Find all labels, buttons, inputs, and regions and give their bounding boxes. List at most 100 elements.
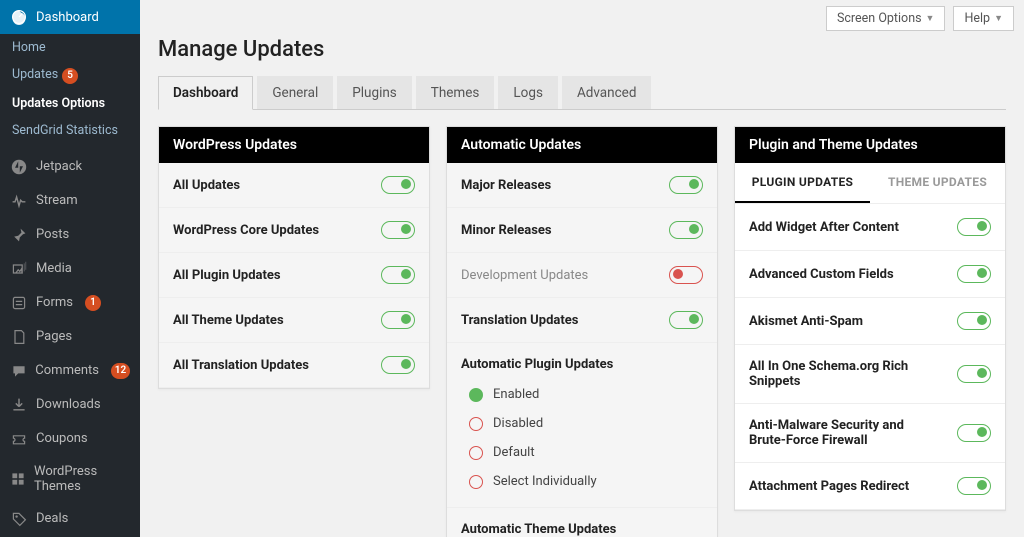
- toggle-switch[interactable]: [669, 221, 703, 239]
- card-header: WordPress Updates: [159, 127, 429, 163]
- setting-label: Major Releases: [461, 178, 551, 193]
- toggle-switch[interactable]: [381, 176, 415, 194]
- radio-icon: [469, 446, 483, 460]
- tag-icon: [10, 510, 28, 528]
- tab[interactable]: Logs: [498, 76, 558, 109]
- toggle-switch[interactable]: [957, 477, 991, 495]
- sidebar-label: Comments: [35, 363, 99, 378]
- sidebar-label: Forms: [36, 295, 73, 310]
- subtab[interactable]: PLUGIN UPDATES: [735, 163, 870, 203]
- toggle-switch[interactable]: [381, 221, 415, 239]
- setting-label: All Theme Updates: [173, 313, 284, 328]
- radio-option[interactable]: Default: [447, 438, 717, 467]
- setting-row: All Theme Updates: [159, 298, 429, 343]
- toggle-switch[interactable]: [381, 356, 415, 374]
- coupon-icon: [10, 430, 28, 448]
- sidebar-sub-label: Updates Options: [12, 96, 105, 111]
- setting-row: Translation Updates: [447, 298, 717, 343]
- radio-option[interactable]: Select Individually: [447, 467, 717, 496]
- tab[interactable]: General: [257, 76, 333, 109]
- toggle-switch[interactable]: [957, 424, 991, 442]
- plugin-label: Akismet Anti-Spam: [749, 314, 863, 329]
- toggle-switch[interactable]: [957, 218, 991, 236]
- radio-label: Select Individually: [493, 474, 597, 489]
- toggle-switch[interactable]: [957, 312, 991, 330]
- subtabs: PLUGIN UPDATESTHEME UPDATES: [735, 163, 1005, 204]
- sidebar-item[interactable]: Comments 12: [0, 354, 140, 388]
- dashboard-icon: [10, 8, 28, 26]
- pages-icon: [10, 328, 28, 346]
- radio-label: Default: [493, 445, 535, 460]
- toggle-switch[interactable]: [381, 266, 415, 284]
- setting-label: All Updates: [173, 178, 240, 193]
- tab[interactable]: Dashboard: [158, 76, 253, 110]
- plugin-row: Akismet Anti-Spam: [735, 298, 1005, 345]
- sidebar-item[interactable]: Stream: [0, 184, 140, 218]
- toggle-switch[interactable]: [957, 265, 991, 283]
- screen-options-button[interactable]: Screen Options▼: [826, 6, 946, 31]
- sidebar-item[interactable]: Pages: [0, 320, 140, 354]
- sidebar-item-dashboard[interactable]: Dashboard: [0, 0, 140, 34]
- admin-sidebar: Dashboard Home Updates 5 Updates Options Sen…: [0, 0, 140, 537]
- toggle-switch[interactable]: [669, 266, 703, 284]
- radio-option[interactable]: Disabled: [447, 409, 717, 438]
- help-button[interactable]: Help▼: [953, 6, 1014, 31]
- sidebar-item[interactable]: WordPress Themes: [0, 456, 140, 502]
- sidebar-sub-item[interactable]: Updates Options: [0, 90, 140, 117]
- caret-down-icon: ▼: [994, 13, 1003, 24]
- sidebar-sub-label: Updates: [12, 67, 58, 82]
- card-header: Automatic Updates: [447, 127, 717, 163]
- radio-icon: [469, 417, 483, 431]
- sidebar-item[interactable]: Downloads: [0, 388, 140, 422]
- card-header: Plugin and Theme Updates: [735, 127, 1005, 163]
- sidebar-label: Media: [36, 261, 72, 276]
- sidebar-label: Coupons: [36, 431, 88, 446]
- toggle-switch[interactable]: [957, 365, 991, 383]
- setting-row: All Translation Updates: [159, 343, 429, 388]
- toggle-switch[interactable]: [669, 176, 703, 194]
- tab[interactable]: Plugins: [337, 76, 412, 109]
- toggle-switch[interactable]: [669, 311, 703, 329]
- tabs: DashboardGeneralPluginsThemesLogsAdvance…: [158, 76, 1006, 110]
- sidebar-item[interactable]: Coupons: [0, 422, 140, 456]
- setting-label: Development Updates: [461, 268, 588, 283]
- caret-down-icon: ▼: [926, 13, 935, 24]
- radio-icon: [469, 388, 483, 402]
- toggle-switch[interactable]: [381, 311, 415, 329]
- pin-icon: [10, 226, 28, 244]
- sidebar-sub-item[interactable]: Home: [0, 34, 140, 61]
- subtab[interactable]: THEME UPDATES: [870, 163, 1005, 203]
- sidebar-label: WordPress Themes: [34, 464, 130, 494]
- plugin-row: Anti-Malware Security and Brute-Force Fi…: [735, 404, 1005, 463]
- card-plugin-theme-updates: Plugin and Theme Updates PLUGIN UPDATEST…: [734, 126, 1006, 511]
- sidebar-item[interactable]: Posts: [0, 218, 140, 252]
- count-badge: 12: [111, 363, 130, 379]
- setting-row: Development Updates: [447, 253, 717, 298]
- main-content: Screen Options▼ Help▼ Manage Updates Das…: [140, 0, 1024, 537]
- radio-option[interactable]: Enabled: [447, 380, 717, 409]
- setting-label: All Plugin Updates: [173, 268, 281, 283]
- plugin-label: Anti-Malware Security and Brute-Force Fi…: [749, 418, 929, 448]
- jetpack-icon: [10, 158, 28, 176]
- media-icon: [10, 260, 28, 278]
- sidebar-item[interactable]: Media: [0, 252, 140, 286]
- sidebar-label: Downloads: [36, 397, 101, 412]
- sidebar-sub-item[interactable]: SendGrid Statistics: [0, 117, 140, 144]
- plugin-row: Advanced Custom Fields: [735, 251, 1005, 298]
- sidebar-item[interactable]: Deals: [0, 502, 140, 536]
- tab[interactable]: Themes: [416, 76, 495, 109]
- download-icon: [10, 396, 28, 414]
- tab[interactable]: Advanced: [562, 76, 652, 109]
- sidebar-sub-label: Home: [12, 40, 46, 55]
- sidebar-item[interactable]: Jetpack: [0, 150, 140, 184]
- sidebar-label: Stream: [36, 193, 78, 208]
- setting-row: All Plugin Updates: [159, 253, 429, 298]
- count-badge: 5: [62, 68, 78, 84]
- section-title: Automatic Theme Updates: [447, 508, 717, 537]
- sidebar-sub-item[interactable]: Updates 5: [0, 61, 140, 90]
- setting-label: All Translation Updates: [173, 358, 309, 373]
- sidebar-item[interactable]: Forms1: [0, 286, 140, 320]
- pulse-icon: [10, 192, 28, 210]
- plugin-label: Advanced Custom Fields: [749, 267, 894, 282]
- sidebar-label: Deals: [36, 511, 68, 526]
